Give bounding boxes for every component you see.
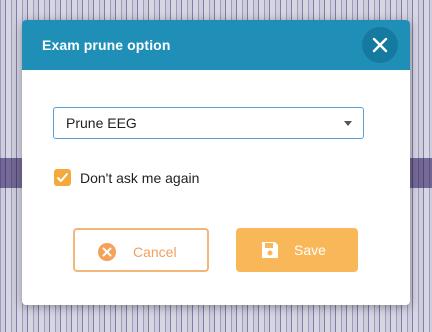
- x-circle-icon: [98, 243, 116, 261]
- save-button[interactable]: Save: [236, 228, 358, 272]
- checkmark-icon: [57, 173, 68, 182]
- prune-option-value: Prune EEG: [66, 115, 137, 131]
- cancel-button[interactable]: Cancel: [73, 228, 209, 272]
- dialog-title: Exam prune option: [42, 37, 171, 53]
- cancel-label: Cancel: [133, 244, 177, 260]
- floppy-disk-icon: [262, 242, 278, 258]
- caret-down-icon: [344, 121, 352, 126]
- dont-ask-checkbox[interactable]: [54, 169, 71, 186]
- close-button[interactable]: [362, 27, 398, 63]
- dialog-header: Exam prune option: [22, 20, 410, 70]
- prune-option-select[interactable]: Prune EEG: [53, 107, 364, 139]
- dont-ask-label: Don't ask me again: [80, 170, 200, 186]
- exam-prune-dialog: Exam prune option Prune EEG Don't ask me…: [22, 20, 410, 305]
- close-icon: [372, 37, 388, 53]
- save-label: Save: [294, 242, 326, 258]
